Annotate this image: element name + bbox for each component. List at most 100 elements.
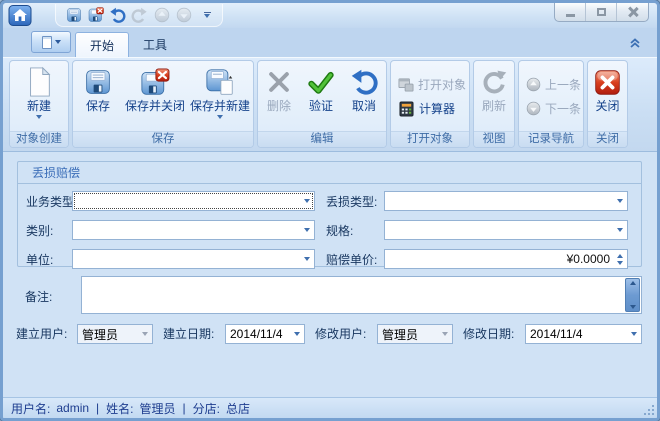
close-icon <box>628 7 638 17</box>
ribbon: 新建 对象创建 保存 保存并关闭 <box>3 57 657 152</box>
remarks-label: 备注: <box>25 288 52 305</box>
name-label: 姓名: <box>106 400 133 417</box>
scroll-down-icon[interactable] <box>630 305 636 309</box>
ribbon-group-edit: 删除 验证 取消 编辑 <box>257 60 387 148</box>
spin-down-icon[interactable] <box>617 261 623 265</box>
save-and-close-icon[interactable] <box>86 6 105 25</box>
resize-grip[interactable] <box>644 405 654 415</box>
previous-icon[interactable] <box>152 6 171 25</box>
spec-combo[interactable] <box>384 220 628 240</box>
app-menu-icon <box>42 36 52 49</box>
save-and-close-button[interactable]: 保存并关闭 <box>123 62 187 131</box>
tab-tools[interactable]: 工具 <box>129 32 181 57</box>
remarks-scrollbar[interactable] <box>625 278 640 312</box>
next-record-label: 下一条 <box>545 100 581 117</box>
chevron-down-icon[interactable] <box>289 325 304 343</box>
delete-button[interactable]: 删除 <box>259 62 299 131</box>
branch-value: 总店 <box>226 400 250 417</box>
branch-label: 分店: <box>193 400 220 417</box>
ribbon-group-label: 编辑 <box>258 131 386 147</box>
unit-label: 单位: <box>26 251 72 268</box>
refresh-button-label: 刷新 <box>482 99 506 113</box>
home-icon[interactable] <box>8 5 32 26</box>
window-controls <box>554 3 649 22</box>
validate-button-label: 验证 <box>309 99 333 113</box>
category-combo[interactable] <box>72 220 315 240</box>
close-window-button[interactable] <box>617 3 648 21</box>
calculator-button[interactable]: 计算器 <box>394 98 468 120</box>
remarks-row: 备注: <box>17 276 642 314</box>
collapse-ribbon-icon[interactable] <box>627 35 643 51</box>
validate-button[interactable]: 验证 <box>300 62 342 131</box>
chevron-down-icon[interactable] <box>299 192 314 210</box>
undo-icon[interactable] <box>108 6 127 25</box>
price-input[interactable]: ¥0.0000 <box>384 249 628 269</box>
chevron-down-icon[interactable] <box>612 221 627 239</box>
business-type-label: 业务类型: <box>26 193 72 210</box>
modified-date-label: 修改日期: <box>463 324 525 344</box>
created-user-combo[interactable]: 管理员 <box>77 324 153 344</box>
ribbon-group-close: 关闭 关闭 <box>587 60 628 148</box>
maximize-button[interactable] <box>586 3 617 21</box>
chevron-down-icon[interactable] <box>626 325 641 343</box>
ribbon-group-label: 记录导航 <box>519 131 583 147</box>
remarks-input[interactable] <box>81 276 642 314</box>
status-bar: 用户名: admin | 姓名: 管理员 | 分店: 总店 <box>3 397 657 418</box>
save-button[interactable]: 保存 <box>74 62 122 131</box>
modified-date-value: 2014/11/4 <box>526 327 626 341</box>
minimize-button[interactable] <box>555 3 586 21</box>
close-button[interactable]: 关闭 <box>589 62 626 131</box>
qat-customize-icon[interactable] <box>200 12 214 18</box>
quick-access-toolbar <box>55 4 223 27</box>
spin-up-icon[interactable] <box>617 254 623 258</box>
ribbon-group-label: 视图 <box>474 131 514 147</box>
modified-date-combo[interactable]: 2014/11/4 <box>525 324 642 344</box>
chevron-down-icon[interactable] <box>137 325 152 343</box>
chevron-down-icon <box>217 115 223 119</box>
new-button[interactable]: 新建 <box>12 62 66 131</box>
created-date-combo[interactable]: 2014/11/4 <box>225 324 305 344</box>
save-icon[interactable] <box>64 6 83 25</box>
save-and-new-button-label: 保存并新建 <box>190 99 250 113</box>
next-icon[interactable] <box>174 6 193 25</box>
tab-start[interactable]: 开始 <box>75 32 129 57</box>
ribbon-tab-row: 开始 工具 <box>3 28 657 57</box>
modified-user-combo[interactable]: 管理员 <box>377 324 453 344</box>
maximize-icon <box>597 8 606 16</box>
previous-record-button[interactable]: 上一条 <box>522 74 582 96</box>
chevron-down-icon[interactable] <box>299 221 314 239</box>
close-button-label: 关闭 <box>595 99 619 113</box>
loss-type-combo[interactable] <box>384 191 628 211</box>
open-object-button[interactable]: 打开对象 <box>394 74 468 96</box>
delete-button-label: 删除 <box>267 99 291 113</box>
name-value: 管理员 <box>140 400 176 417</box>
created-user-value: 管理员 <box>78 326 137 343</box>
unit-combo[interactable] <box>72 249 315 269</box>
chevron-down-icon <box>55 40 61 44</box>
ribbon-group-view: 刷新 视图 <box>473 60 515 148</box>
cancel-undo-icon <box>350 65 378 99</box>
chevron-down-icon[interactable] <box>612 192 627 210</box>
chevron-down-icon[interactable] <box>299 250 314 268</box>
ribbon-group-record-navigation: 上一条 下一条 记录导航 <box>518 60 584 148</box>
ribbon-group-label: 打开对象 <box>391 131 469 147</box>
next-record-button[interactable]: 下一条 <box>522 98 582 120</box>
spec-label: 规格: <box>315 222 384 239</box>
save-and-new-button[interactable]: 保存并新建 <box>188 62 252 131</box>
app-menu-button[interactable] <box>31 31 71 53</box>
business-type-combo[interactable] <box>72 191 315 211</box>
new-button-label: 新建 <box>27 99 51 113</box>
redo-icon[interactable] <box>130 6 149 25</box>
save-new-icon <box>205 65 235 99</box>
cancel-button[interactable]: 取消 <box>343 62 385 131</box>
delete-icon <box>265 65 293 99</box>
spinner-buttons[interactable] <box>613 250 627 268</box>
scroll-up-icon[interactable] <box>630 281 636 285</box>
chevron-down-icon[interactable] <box>437 325 452 343</box>
form-area: 丢损赔偿 业务类型: 丢损类型: 类别: 规格: <box>3 152 657 397</box>
username-value: admin <box>56 401 89 415</box>
refresh-button[interactable]: 刷新 <box>475 62 513 131</box>
separator: | <box>95 401 100 415</box>
title-bar[interactable] <box>3 3 657 28</box>
new-document-icon <box>24 65 54 99</box>
